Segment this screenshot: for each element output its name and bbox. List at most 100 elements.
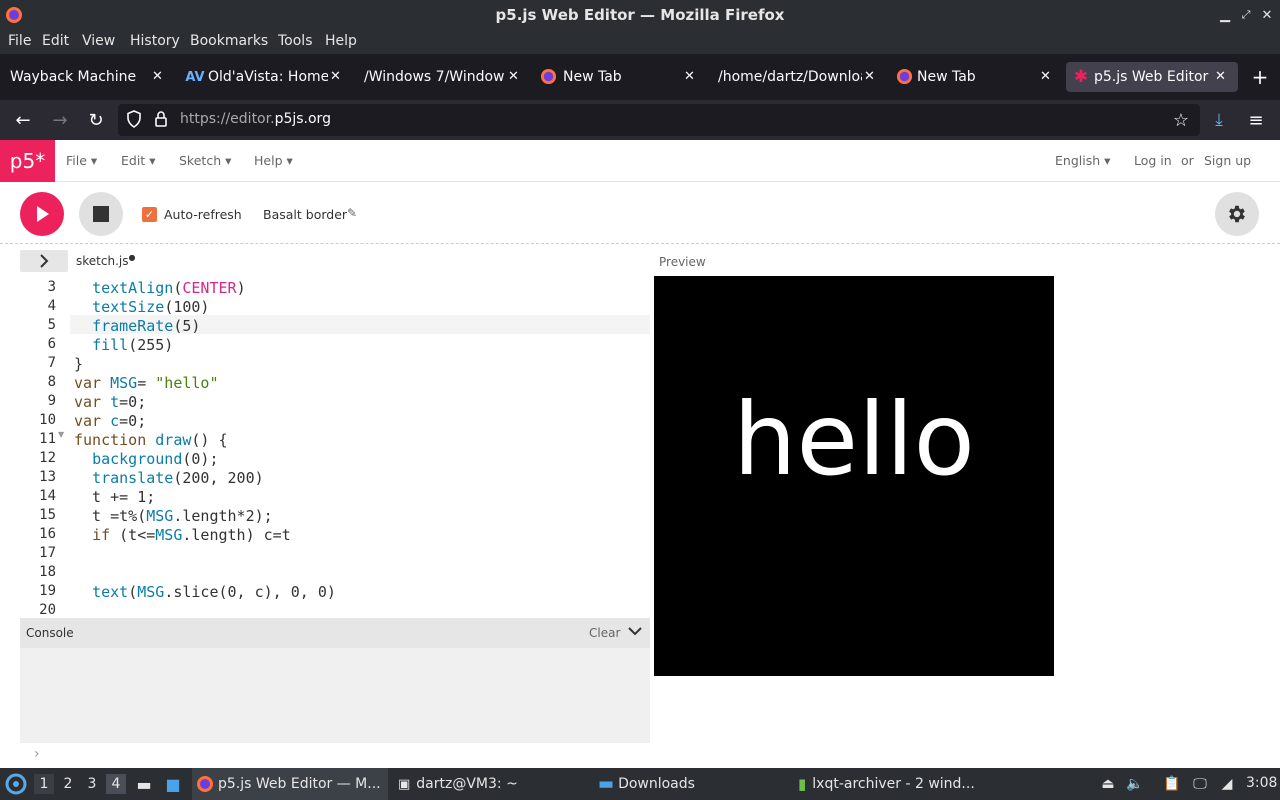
menu-bookmarks[interactable]: Bookmarks bbox=[190, 33, 268, 49]
code-line[interactable]: frameRate(5) bbox=[74, 317, 200, 335]
auto-refresh-checkbox[interactable]: ✓ bbox=[142, 207, 157, 222]
console-prompt: › bbox=[34, 746, 40, 762]
tab-wayback[interactable]: Wayback Machine ✕ bbox=[0, 62, 176, 92]
stop-button[interactable] bbox=[79, 192, 123, 236]
close-window-icon[interactable]: ✕ bbox=[1259, 6, 1275, 24]
maximize-icon[interactable]: ⤢ bbox=[1238, 6, 1254, 24]
task-archiver[interactable]: ▮ lxqt-archiver - 2 wind... bbox=[794, 768, 990, 800]
preview-canvas[interactable]: hello bbox=[654, 276, 1054, 676]
tab-newtab-1[interactable]: New Tab ✕ bbox=[534, 62, 710, 92]
label: English bbox=[1055, 153, 1101, 168]
code-line[interactable]: if (t<=MSG.length) c=t bbox=[74, 526, 291, 544]
p5-toolbar: ✓ Auto-refresh Basalt border ✎ bbox=[0, 182, 1280, 244]
menu-file[interactable]: File bbox=[8, 33, 31, 49]
download-icon[interactable]: ⤓ bbox=[1208, 109, 1230, 131]
hamburger-menu-icon[interactable]: ≡ bbox=[1245, 109, 1267, 131]
tab-downloads[interactable]: /home/dartz/Downloads ✕ bbox=[712, 62, 888, 92]
code-line[interactable]: background(0); bbox=[74, 450, 218, 468]
code-line[interactable]: var t=0; bbox=[74, 393, 146, 411]
or-text: or bbox=[1181, 153, 1194, 168]
close-tab-icon[interactable]: ✕ bbox=[684, 69, 695, 84]
tab-windows7[interactable]: /Windows 7/Windows ✕ bbox=[356, 62, 532, 92]
tab-newtab-2[interactable]: New Tab ✕ bbox=[890, 62, 1062, 92]
p5-menu-sketch[interactable]: Sketch ▾ bbox=[179, 153, 231, 168]
code-line[interactable]: t += 1; bbox=[74, 488, 155, 506]
p5-menu-help[interactable]: Help ▾ bbox=[254, 153, 293, 168]
p5-menu-file[interactable]: File ▾ bbox=[66, 153, 97, 168]
code-line[interactable]: } bbox=[74, 355, 83, 373]
clock[interactable]: 3:08 bbox=[1246, 775, 1277, 791]
unsaved-dot-icon: ● bbox=[128, 253, 136, 262]
tab-p5js[interactable]: ✱ p5.js Web Editor ✕ bbox=[1066, 62, 1238, 92]
url-prefix: https://editor. bbox=[180, 111, 275, 127]
language-select[interactable]: English ▾ bbox=[1055, 153, 1110, 168]
close-tab-icon[interactable]: ✕ bbox=[152, 69, 163, 84]
login-link[interactable]: Log in bbox=[1134, 153, 1172, 168]
menu-view[interactable]: View bbox=[82, 33, 115, 49]
close-tab-icon[interactable]: ✕ bbox=[1040, 69, 1051, 84]
menu-help[interactable]: Help bbox=[325, 33, 357, 49]
eject-icon[interactable]: ⏏ bbox=[1099, 774, 1117, 794]
url-text[interactable]: https://editor.p5js.org bbox=[180, 111, 331, 127]
console-clear-button[interactable]: Clear bbox=[589, 626, 620, 640]
code-line[interactable]: text(MSG.slice(0, c), 0, 0) bbox=[74, 583, 336, 601]
console-input[interactable]: › bbox=[20, 742, 650, 768]
start-menu-icon[interactable] bbox=[4, 772, 28, 796]
lock-icon[interactable] bbox=[154, 110, 168, 128]
close-tab-icon[interactable]: ✕ bbox=[864, 69, 875, 84]
monitor-icon[interactable]: 🖵 bbox=[1191, 774, 1209, 794]
pencil-icon[interactable]: ✎ bbox=[347, 206, 357, 220]
p5-logo[interactable]: p5* bbox=[0, 140, 55, 182]
sidebar-toggle-button[interactable] bbox=[20, 250, 68, 272]
show-desktop-icon[interactable]: ▬ bbox=[134, 774, 154, 794]
forward-arrow-icon[interactable]: → bbox=[49, 109, 71, 131]
minimize-icon[interactable]: ▁ bbox=[1217, 6, 1233, 24]
tab-oldavista[interactable]: AV Old'aVista: Home ✕ bbox=[178, 62, 354, 92]
code-line[interactable]: fill(255) bbox=[74, 336, 173, 354]
close-tab-icon[interactable]: ✕ bbox=[1215, 69, 1226, 84]
close-tab-icon[interactable]: ✕ bbox=[330, 69, 341, 84]
code-line[interactable]: textSize(100) bbox=[74, 298, 209, 316]
p5-menu-edit[interactable]: Edit ▾ bbox=[121, 153, 155, 168]
label: Sketch bbox=[179, 153, 222, 168]
task-firefox[interactable]: p5.js Web Editor — M... bbox=[192, 768, 388, 800]
fold-arrow-icon[interactable]: ▼ bbox=[58, 430, 64, 439]
desktop-1[interactable]: 1 bbox=[34, 774, 54, 794]
code-line[interactable]: translate(200, 200) bbox=[74, 469, 264, 487]
desktop-4[interactable]: 4 bbox=[106, 774, 126, 794]
desktop-2[interactable]: 2 bbox=[58, 774, 78, 794]
bookmark-star-icon[interactable]: ☆ bbox=[1170, 109, 1192, 131]
window-icon[interactable]: ■ bbox=[162, 774, 184, 794]
console-label: Console bbox=[26, 626, 74, 640]
code-line[interactable]: textAlign(CENTER) bbox=[74, 279, 246, 297]
reload-icon[interactable]: ↻ bbox=[85, 109, 107, 131]
code-line[interactable]: function draw() { bbox=[74, 431, 228, 449]
signup-link[interactable]: Sign up bbox=[1204, 153, 1251, 168]
menu-tools[interactable]: Tools bbox=[278, 33, 313, 49]
chevron-right-icon bbox=[39, 254, 49, 268]
menu-edit[interactable]: Edit bbox=[42, 33, 69, 49]
close-tab-icon[interactable]: ✕ bbox=[508, 69, 519, 84]
play-button[interactable] bbox=[20, 192, 64, 236]
sketch-name[interactable]: Basalt border bbox=[263, 207, 347, 222]
url-bar[interactable]: https://editor.p5js.org ☆ bbox=[118, 104, 1200, 136]
clipboard-icon[interactable]: 📋 bbox=[1163, 774, 1181, 794]
chevron-down-icon[interactable] bbox=[628, 625, 642, 637]
shield-icon[interactable] bbox=[126, 110, 142, 128]
task-terminal[interactable]: ▣ dartz@VM3: ~ bbox=[394, 768, 590, 800]
code-line[interactable]: t =t%(MSG.length*2); bbox=[74, 507, 273, 525]
desktop-3[interactable]: 3 bbox=[82, 774, 102, 794]
code-line[interactable]: var MSG= "hello" bbox=[74, 374, 219, 392]
settings-button[interactable] bbox=[1215, 192, 1259, 236]
code-area[interactable]: textAlign(CENTER) textSize(100) frameRat… bbox=[20, 277, 650, 618]
file-tab[interactable]: sketch.js● bbox=[76, 253, 136, 268]
task-downloads[interactable]: ▬ Downloads bbox=[594, 768, 790, 800]
code-line[interactable]: var c=0; bbox=[74, 412, 146, 430]
menu-history[interactable]: History bbox=[130, 33, 180, 49]
volume-icon[interactable]: 🔈 bbox=[1126, 774, 1144, 794]
play-icon bbox=[34, 205, 50, 223]
network-icon[interactable]: ◢ bbox=[1218, 774, 1236, 794]
new-tab-plus-icon[interactable]: + bbox=[1250, 65, 1270, 89]
tab-label: New Tab bbox=[563, 69, 622, 85]
back-arrow-icon[interactable]: ← bbox=[12, 109, 34, 131]
